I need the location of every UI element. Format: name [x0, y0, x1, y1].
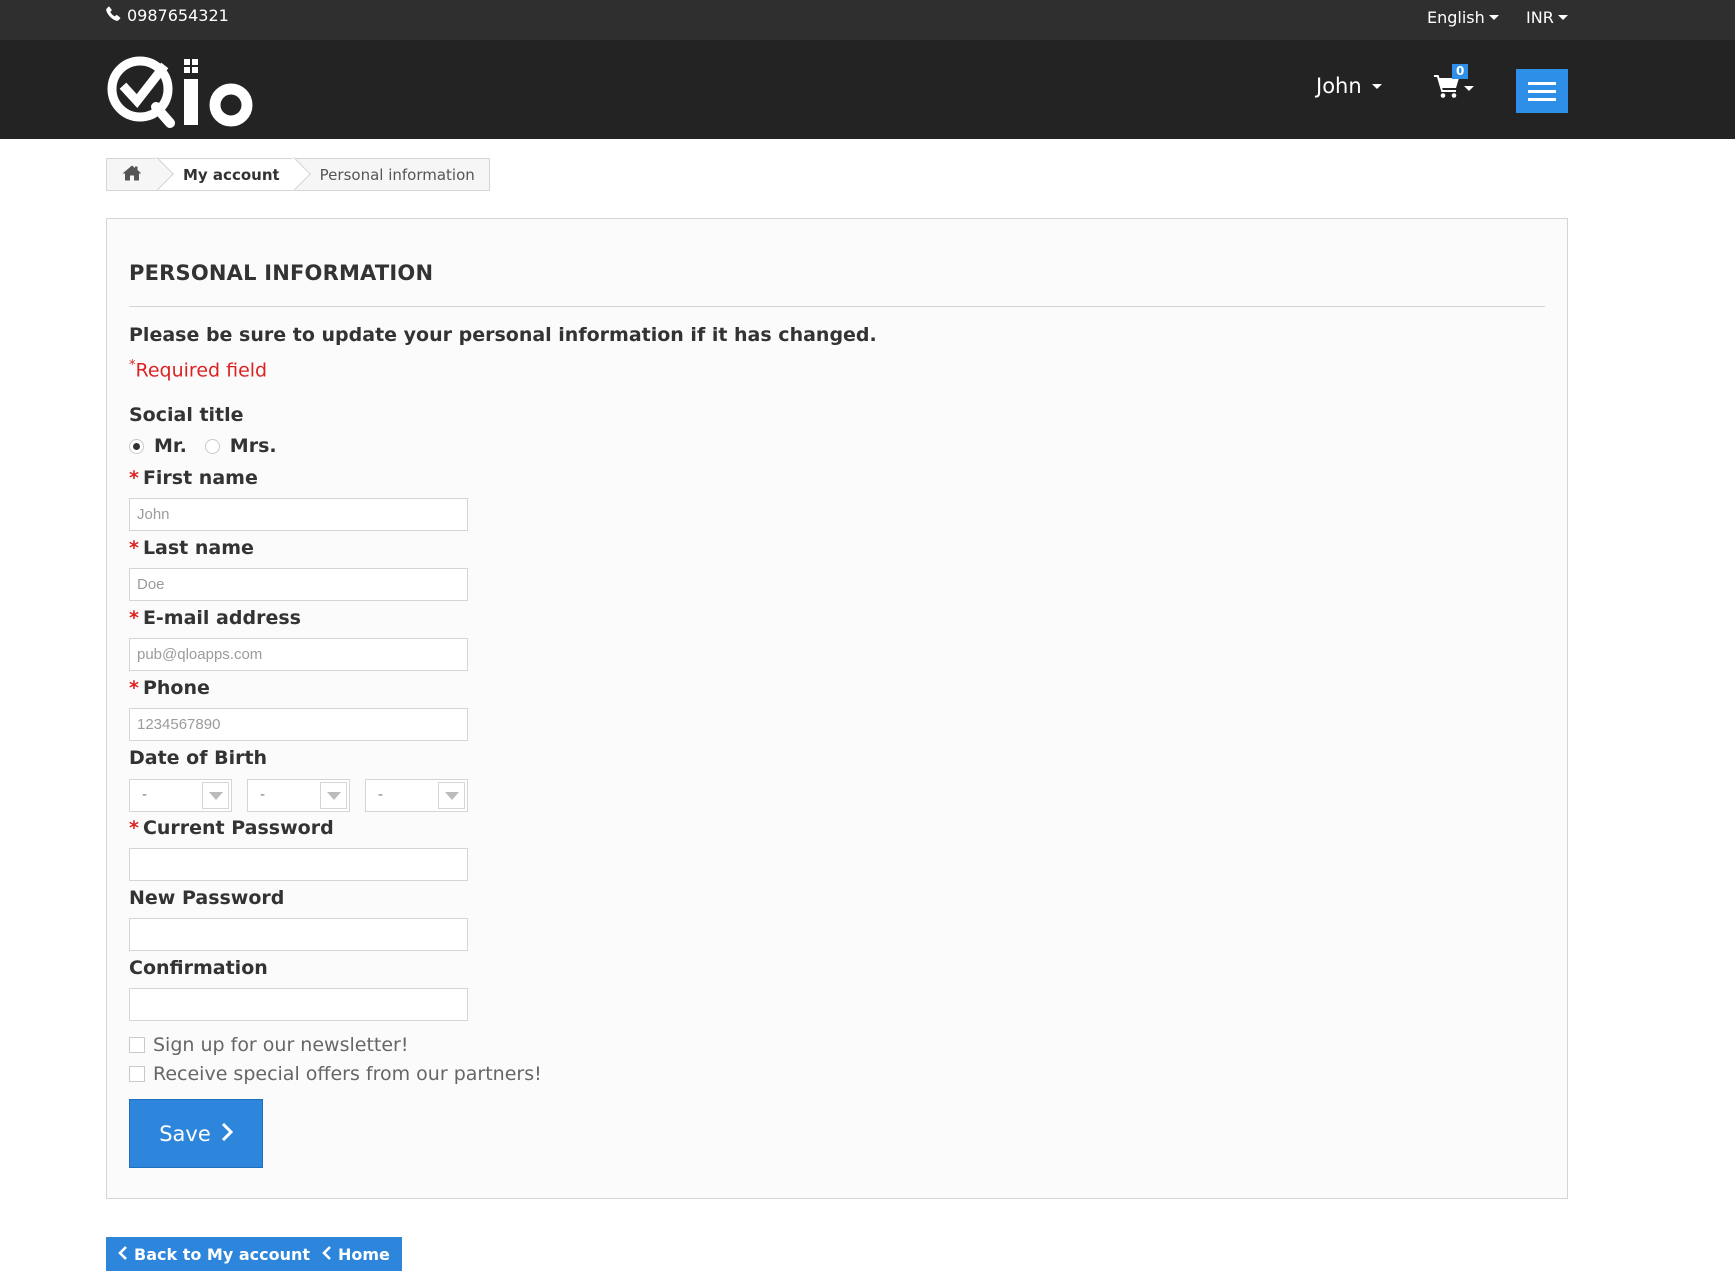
email-label: * E-mail address	[129, 607, 301, 629]
breadcrumb-current: Personal information	[294, 159, 489, 190]
dob-month-value: -	[260, 787, 266, 803]
chevron-left-icon	[322, 1245, 332, 1264]
radio-mrs[interactable]	[204, 438, 220, 454]
home-icon	[122, 165, 142, 185]
social-title-options: Mr. Mrs.	[129, 435, 295, 457]
new-password-field[interactable]	[129, 918, 468, 951]
first-name-label: * First name	[129, 467, 258, 489]
email-field[interactable]	[129, 638, 468, 671]
chevron-left-icon	[118, 1245, 128, 1264]
partner-offers-checkbox[interactable]	[129, 1066, 145, 1082]
new-password-label: New Password	[129, 887, 285, 909]
breadcrumb-home[interactable]	[107, 157, 174, 191]
email-label-text: E-mail address	[142, 607, 301, 629]
save-button-label: Save	[159, 1121, 211, 1146]
first-name-field[interactable]	[129, 498, 468, 531]
breadcrumb-my-account-label: My account	[183, 165, 280, 184]
hamburger-menu-icon-bar	[1528, 89, 1556, 93]
phone-label: * Phone	[129, 677, 210, 699]
phone-icon	[106, 6, 121, 25]
contact-phone: 0987654321	[106, 6, 229, 25]
breadcrumb-current-label: Personal information	[319, 165, 475, 184]
current-password-field[interactable]	[129, 848, 468, 881]
dob-month-select[interactable]: -	[247, 779, 350, 812]
required-asterisk: *	[129, 677, 139, 699]
cart-button[interactable]: 0	[1434, 64, 1474, 102]
confirmation-field[interactable]	[129, 988, 468, 1021]
required-asterisk: *	[129, 467, 139, 489]
dob-day-value: -	[142, 787, 148, 803]
breadcrumb: My account Personal information	[106, 157, 490, 191]
required-asterisk: *	[129, 607, 139, 629]
phone-field[interactable]	[129, 708, 468, 741]
hamburger-menu-button[interactable]	[1516, 69, 1568, 113]
chevron-down-icon	[1557, 15, 1568, 20]
dob-year-value: -	[378, 787, 384, 803]
hamburger-menu-icon-bar	[1528, 97, 1556, 101]
currency-selector[interactable]: INR	[1526, 8, 1568, 27]
chevron-down-icon	[1464, 85, 1474, 91]
language-label: English	[1427, 8, 1485, 27]
top-bar: 0987654321 English INR	[0, 0, 1735, 40]
social-title-label: Social title	[129, 404, 244, 426]
intro-text: Please be sure to update your personal i…	[129, 324, 877, 346]
confirmation-label: Confirmation	[129, 957, 268, 979]
chevron-down-icon	[320, 782, 347, 809]
current-password-label-text: Current Password	[142, 817, 334, 839]
chevron-down-icon	[202, 782, 229, 809]
required-asterisk: *	[129, 537, 139, 559]
heading-divider	[129, 306, 1545, 307]
last-name-label-text: Last name	[142, 537, 254, 559]
back-to-account-label: Back to My account	[134, 1244, 311, 1264]
cart-count-badge: 0	[1452, 64, 1469, 79]
chevron-right-icon	[221, 1122, 233, 1146]
hamburger-menu-icon-bar	[1528, 81, 1556, 85]
partner-offers-option[interactable]: Receive special offers from our partners…	[129, 1063, 542, 1085]
newsletter-option[interactable]: Sign up for our newsletter!	[129, 1034, 408, 1056]
user-account-menu[interactable]: John	[1316, 74, 1382, 98]
phone-number: 0987654321	[127, 6, 229, 25]
newsletter-label[interactable]: Sign up for our newsletter!	[153, 1034, 408, 1056]
last-name-field[interactable]	[129, 568, 468, 601]
radio-mr-label[interactable]: Mr.	[154, 435, 187, 457]
chevron-down-icon	[1371, 83, 1382, 89]
current-password-label: * Current Password	[129, 817, 334, 839]
dob-day-select[interactable]: -	[129, 779, 232, 812]
home-label: Home	[338, 1244, 390, 1264]
qlo-logo[interactable]	[104, 51, 264, 129]
required-asterisk: *	[129, 817, 139, 839]
home-button[interactable]: Home	[310, 1237, 402, 1271]
language-selector[interactable]: English	[1427, 8, 1499, 27]
required-field-note: *Required field	[129, 358, 267, 381]
user-name: John	[1316, 74, 1362, 98]
radio-mrs-label[interactable]: Mrs.	[230, 435, 277, 457]
save-button[interactable]: Save	[129, 1099, 263, 1168]
page-title: PERSONAL INFORMATION	[129, 261, 434, 285]
partner-offers-label[interactable]: Receive special offers from our partners…	[153, 1063, 542, 1085]
phone-label-text: Phone	[142, 677, 210, 699]
back-to-account-button[interactable]: Back to My account	[106, 1237, 323, 1271]
breadcrumb-my-account[interactable]: My account	[157, 157, 311, 191]
personal-info-panel: PERSONAL INFORMATION Please be sure to u…	[106, 218, 1568, 1199]
required-field-text: Required field	[135, 359, 268, 382]
dob-year-select[interactable]: -	[365, 779, 468, 812]
chevron-down-icon	[438, 782, 465, 809]
currency-label: INR	[1526, 8, 1554, 27]
last-name-label: * Last name	[129, 537, 254, 559]
first-name-label-text: First name	[142, 467, 258, 489]
radio-mr[interactable]	[129, 438, 144, 454]
chevron-down-icon	[1488, 15, 1499, 20]
newsletter-checkbox[interactable]	[129, 1037, 145, 1053]
cart-icon: 0	[1434, 64, 1469, 102]
dob-label: Date of Birth	[129, 747, 268, 769]
site-header: John 0	[0, 40, 1735, 139]
